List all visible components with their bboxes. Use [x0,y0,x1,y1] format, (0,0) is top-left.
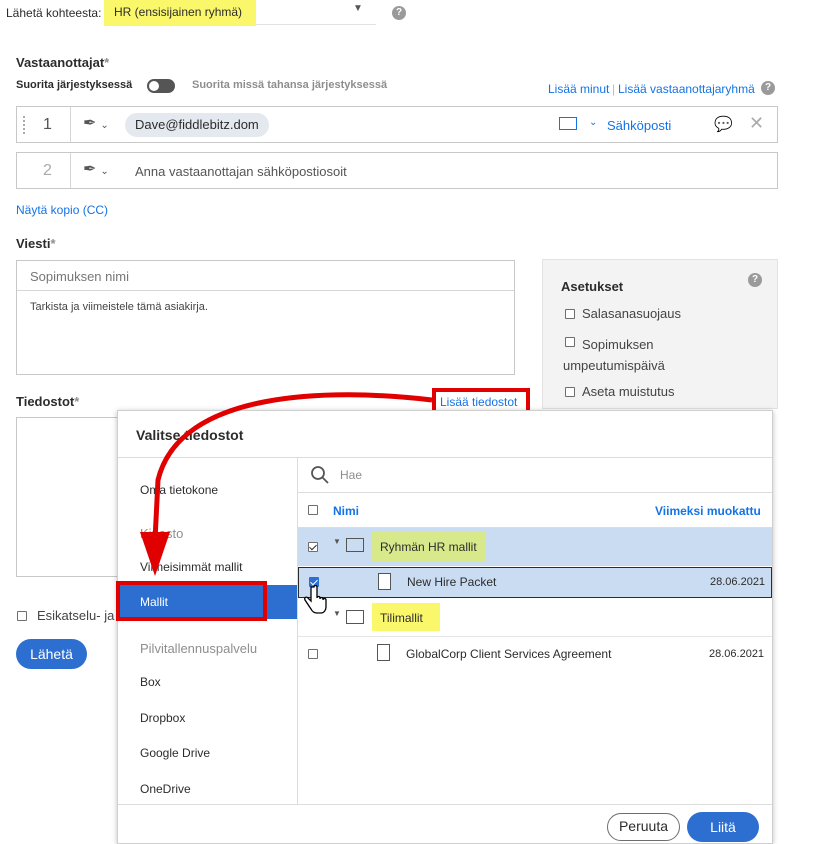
signer-role-icon[interactable]: ✒ ⌄ [83,159,109,179]
recipient-email-input[interactable]: Anna vastaanottajan sähköpostiosoit [135,164,347,179]
table-row[interactable]: ▼ Ryhmän HR mallit [298,528,772,566]
help-icon[interactable]: ? [748,273,762,287]
dialog-title: Valitse tiedostot [136,427,244,443]
files-title: Tiedostot* [16,394,80,409]
send-from-value: HR (ensisijainen ryhmä) [114,5,243,19]
settings-panel: Asetukset ? Salasanasuojaus Sopimuksen u… [542,259,778,409]
table-row[interactable]: GlobalCorp Client Services Agreement 28.… [298,636,772,673]
add-me-link[interactable]: Lisää minut [548,82,609,96]
message-icon[interactable]: 💬 [714,115,733,133]
recipient-email-chip[interactable]: Dave@fiddlebitz.dom [125,113,269,137]
recipients-title: Vastaanottajat* [16,55,110,70]
preview-checkbox[interactable] [17,611,27,621]
column-modified[interactable]: Viimeksi muokattu [655,504,761,518]
folder-icon [346,610,364,624]
attach-button[interactable]: Liitä [687,812,759,842]
preview-label: Esikatselu- ja Li [37,608,129,623]
order-toggle[interactable] [147,79,175,93]
document-icon [377,644,390,661]
add-recipient-group-link[interactable]: Lisää vastaanottajaryhmä [618,82,755,96]
any-order-label: Suorita missä tahansa järjestyksessä [192,79,388,91]
search-input[interactable]: Hae [340,468,362,482]
annotation-box [116,581,267,621]
reminder-label: Aseta muistutus [582,384,675,399]
nav-section-cloud: Pilvitallennuspalvelu [140,641,258,656]
recipient-row-2: 2 ✒ ⌄ Anna vastaanottajan sähköpostiosoit [16,152,778,189]
password-checkbox[interactable] [565,309,575,319]
nav-google-drive[interactable]: Google Drive [140,746,210,760]
select-files-dialog: Valitse tiedostot Oma tietokone Kirjasto… [117,410,773,844]
email-icon [559,117,577,130]
nav-box[interactable]: Box [140,675,161,689]
row-name: GlobalCorp Client Services Agreement [406,647,612,661]
expand-arrow-icon[interactable]: ▼ [333,609,341,618]
chevron-down-icon[interactable]: ⌄ [589,117,597,128]
message-body-input[interactable]: Tarkista ja viimeistele tämä asiakirja. [30,301,208,313]
table-row[interactable]: New Hire Packet 28.06.2021 [298,567,772,598]
message-box: Sopimuksen nimi Tarkista ja viimeistele … [16,260,515,375]
help-icon[interactable]: ? [392,6,406,20]
recipient-number: 1 [43,116,52,133]
nav-section-library: Kirjasto [140,526,184,541]
select-all-checkbox[interactable] [308,505,318,515]
nav-my-computer[interactable]: Oma tietokone [140,483,218,497]
row-checkbox[interactable] [308,542,318,552]
message-title: Viesti* [16,236,56,251]
row-name: New Hire Packet [407,575,497,589]
reminder-checkbox[interactable] [565,387,575,397]
signer-role-icon[interactable]: ✒ ⌄ [83,113,109,133]
files-dropzone[interactable] [16,417,120,577]
recipient-number: 2 [43,162,52,179]
nav-recent-templates[interactable]: Viimeisimmät mallit [140,560,242,574]
settings-title: Asetukset [561,279,624,294]
row-name: Tilimallit [380,611,423,625]
show-cc-link[interactable]: Näytä kopio (CC) [16,203,108,217]
search-bar: Hae [298,458,772,493]
chevron-down-icon: ▼ [353,3,363,14]
row-date: 28.06.2021 [710,576,766,588]
drag-handle-icon[interactable] [23,116,27,134]
send-button[interactable]: Lähetä [16,639,87,669]
file-table-header: Nimi Viimeksi muokattu [298,493,772,528]
recipient-row-1: 1 ✒ ⌄ Dave@fiddlebitz.dom ⌄ Sähköposti 💬 … [16,106,778,143]
close-icon[interactable]: ✕ [749,113,764,134]
agreement-name-input[interactable]: Sopimuksen nimi [30,269,129,284]
document-icon [378,573,391,590]
hand-cursor-icon [304,585,327,614]
help-icon[interactable]: ? [761,81,775,95]
expiration-label: Sopimuksen umpeutumispäivä [563,337,665,373]
password-label: Salasanasuojaus [582,306,682,321]
row-name: Ryhmän HR mallit [380,540,477,554]
row-date: 28.06.2021 [709,648,765,660]
delivery-method[interactable]: Sähköposti [607,118,671,133]
table-row[interactable]: ▼ Tilimallit [298,599,772,635]
cancel-button[interactable]: Peruuta [607,813,680,841]
folder-icon [346,538,364,552]
row-checkbox[interactable] [308,649,318,659]
column-name[interactable]: Nimi [333,504,359,518]
send-from-select[interactable]: HR (ensisijainen ryhmä) ▼ [104,0,376,26]
send-from-label: Lähetä kohteesta: [6,6,102,20]
nav-dropbox[interactable]: Dropbox [140,711,185,725]
order-label: Suorita järjestyksessä [16,79,133,91]
search-icon [311,466,329,484]
dialog-sidebar: Oma tietokone Kirjasto Viimeisimmät mall… [118,458,298,804]
nav-onedrive[interactable]: OneDrive [140,782,191,796]
expand-arrow-icon[interactable]: ▼ [333,537,341,546]
